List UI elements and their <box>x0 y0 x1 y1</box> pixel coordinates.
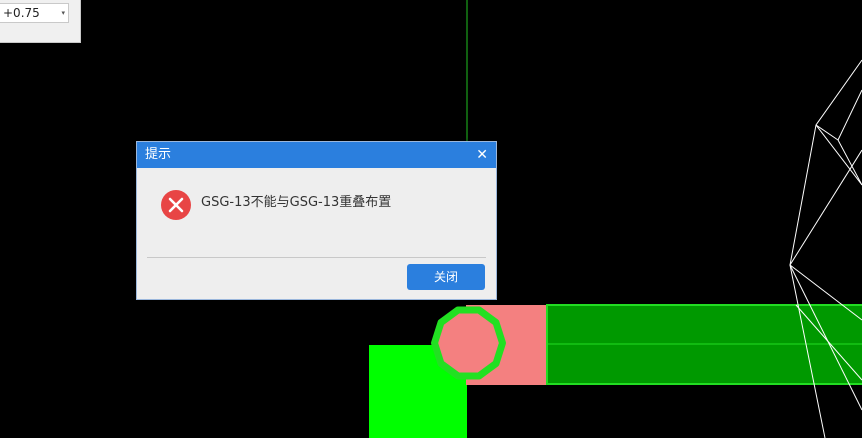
elevation-panel: +0.75 ▾ <box>0 0 81 43</box>
elevation-dropdown[interactable]: +0.75 ▾ <box>0 3 69 23</box>
dialog-title: 提示 <box>145 147 172 162</box>
close-icon[interactable]: ✕ <box>476 142 488 168</box>
close-button[interactable]: 关闭 <box>407 264 485 290</box>
dialog-titlebar[interactable]: 提示 ✕ <box>137 142 496 168</box>
dialog-divider <box>147 257 486 258</box>
dialog-body: GSG-13不能与GSG-13重叠布置 <box>137 168 496 256</box>
elevation-value: +0.75 <box>3 6 40 20</box>
alert-dialog: 提示 ✕ GSG-13不能与GSG-13重叠布置 关闭 <box>136 141 497 300</box>
chevron-down-icon[interactable]: ▾ <box>61 4 65 22</box>
error-icon <box>161 190 191 220</box>
dialog-message: GSG-13不能与GSG-13重叠布置 <box>201 195 392 210</box>
